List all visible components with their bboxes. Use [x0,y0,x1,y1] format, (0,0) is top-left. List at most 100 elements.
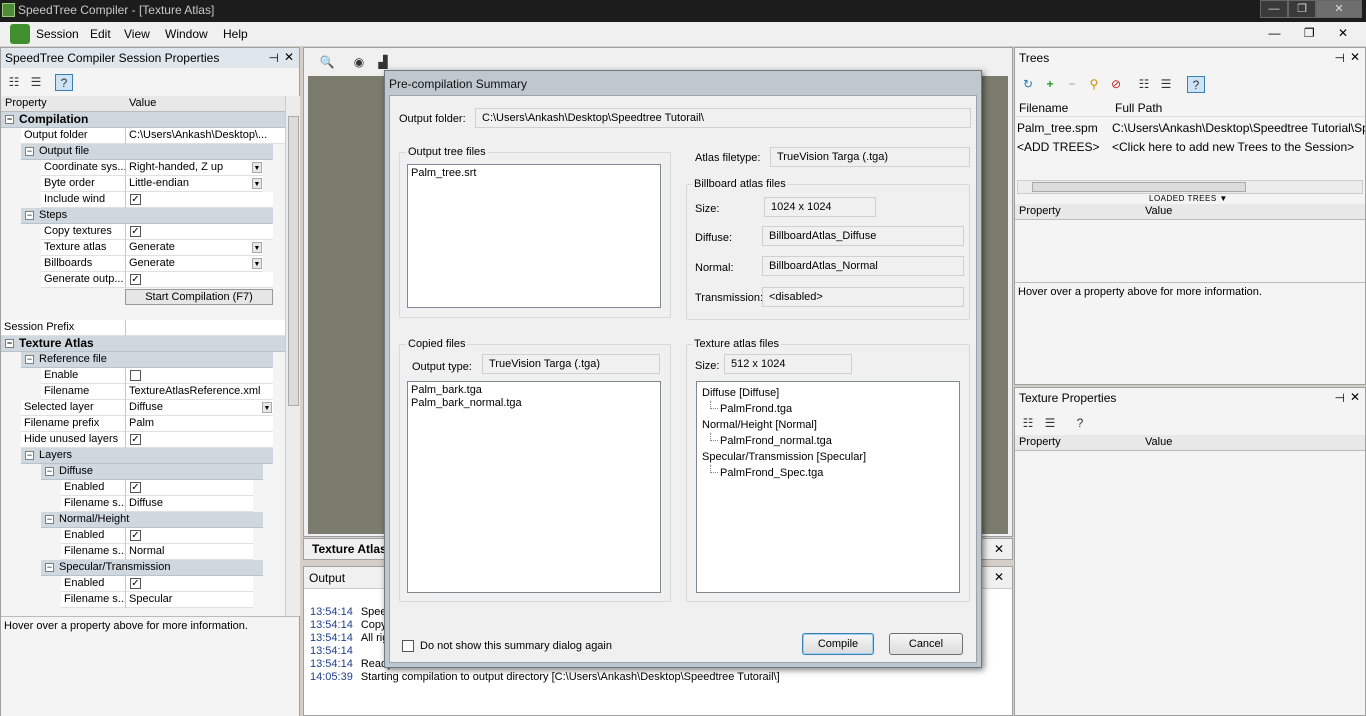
checkbox-specular-enabled[interactable]: ✓ [130,578,141,589]
pin-icon[interactable]: ⊣ [1335,51,1345,65]
help-pointer-icon[interactable]: ? [1187,76,1205,93]
menu-session[interactable]: Session [36,27,79,41]
dont-show-checkbox[interactable] [402,640,414,652]
category-output-file[interactable]: − Output file [21,144,273,160]
row-copy-textures[interactable]: Copy textures ✓ [1,224,285,240]
close-icon[interactable]: ✕ [994,542,1004,556]
category-layers[interactable]: − Layers [21,448,273,464]
category-steps[interactable]: − Steps [21,208,273,224]
tab-texture-atlas[interactable]: Texture Atlas [312,542,387,556]
checkbox-enable[interactable] [130,370,141,381]
category-normal-height[interactable]: − Normal/Height [41,512,263,528]
category-diffuse[interactable]: − Diffuse [41,464,263,480]
row-byte-order[interactable]: Byte order Little-endian ▼ [1,176,285,192]
horizontal-scrollbar[interactable] [1017,180,1363,194]
zoom-icon[interactable]: 🔍 [318,54,336,71]
row-specular-filename[interactable]: Filename s... Specular [1,592,285,608]
tree-node-diffuse[interactable]: Diffuse [Diffuse] [702,385,954,401]
tree-row-add[interactable]: <ADD TREES> <Click here to add new Trees… [1015,140,1365,158]
row-billboards[interactable]: Billboards Generate ▼ [1,256,285,272]
row-selected-layer[interactable]: Selected layer Diffuse ▼ [1,400,285,416]
minimize-button[interactable]: — [1260,0,1288,18]
pin-icon[interactable]: ⊣ [1335,391,1345,405]
row-session-prefix[interactable]: Session Prefix [1,320,285,336]
close-icon[interactable]: ✕ [994,570,1004,584]
list-item[interactable]: Palm_tree.srt [411,167,657,180]
menu-edit[interactable]: Edit [90,27,111,41]
globe-icon[interactable]: ◉ [350,54,368,71]
texture-atlas-tree[interactable]: Diffuse [Diffuse] PalmFrond.tga Normal/H… [696,381,960,593]
row-include-wind[interactable]: Include wind ✓ [1,192,285,208]
checkbox-hide-unused[interactable]: ✓ [130,434,141,445]
checkbox-include-wind[interactable]: ✓ [130,194,141,205]
output-tree-files-list[interactable]: Palm_tree.srt [407,164,661,308]
precompilation-summary-dialog: Pre-compilation Summary Output folder: C… [384,70,982,668]
row-filename-prefix[interactable]: Filename prefix Palm [1,416,285,432]
row-hide-unused-layers[interactable]: Hide unused layers ✓ [1,432,285,448]
row-diffuse-filename[interactable]: Filename s... Diffuse [1,496,285,512]
row-filename[interactable]: Filename TextureAtlasReference.xml [1,384,285,400]
maximize-button[interactable]: ❐ [1288,0,1316,18]
refresh-icon[interactable]: ↻ [1019,76,1037,93]
tree-row[interactable]: Palm_tree.spm C:\Users\Ankash\Desktop\Sp… [1015,121,1365,139]
help-pointer-icon[interactable]: ? [1071,415,1089,432]
cancel-button[interactable]: Cancel [889,633,963,655]
start-compilation-button[interactable]: Start Compilation (F7) [125,289,273,305]
scrollbar-thumb[interactable] [1032,182,1246,192]
close-icon[interactable]: ✕ [1350,390,1360,404]
categorized-icon[interactable]: ☷ [5,74,23,91]
tree-node-normal[interactable]: Normal/Height [Normal] [702,417,954,433]
chart-icon[interactable]: ▟ [374,54,392,71]
trees-property-header: Property Value [1015,204,1365,220]
compile-button[interactable]: Compile [802,633,874,655]
menu-window[interactable]: Window [165,27,208,41]
row-output-folder[interactable]: Output folder C:\Users\Ankash\Desktop\..… [1,128,285,144]
checkbox-generate-output[interactable]: ✓ [130,274,141,285]
loaded-trees-label[interactable]: LOADED TREES ▼ [1149,194,1228,203]
scrollbar-thumb[interactable] [288,116,299,406]
row-normal-filename[interactable]: Filename s... Normal [1,544,285,560]
row-specular-enabled[interactable]: Enabled ✓ [1,576,285,592]
remove-icon[interactable]: − [1063,76,1081,93]
stop-icon[interactable]: ⊘ [1107,76,1125,93]
trees-hint-text: Hover over a property above for more inf… [1015,282,1365,384]
close-icon[interactable]: ✕ [284,50,294,64]
menu-help[interactable]: Help [223,27,248,41]
vertical-scrollbar[interactable] [285,96,300,616]
mdi-window-controls[interactable]: — ❐ ✕ [1269,26,1358,40]
row-generate-output[interactable]: Generate outp... ✓ [1,272,285,288]
row-coordinate-system[interactable]: Coordinate sys... Right-handed, Z up ▼ [1,160,285,176]
category-specular-transmission[interactable]: − Specular/Transmission [41,560,263,576]
tree-leaf[interactable]: PalmFrond_normal.tga [702,433,954,449]
trees-property-grid [1015,220,1365,280]
list-item[interactable]: Palm_bark_normal.tga [411,397,657,410]
row-diffuse-enabled[interactable]: Enabled ✓ [1,480,285,496]
row-texture-atlas[interactable]: Texture atlas Generate ▼ [1,240,285,256]
alphabetical-icon[interactable]: ☰ [1157,76,1175,93]
list-item[interactable]: Palm_bark.tga [411,384,657,397]
checkbox-normal-enabled[interactable]: ✓ [130,530,141,541]
copied-files-list[interactable]: Palm_bark.tga Palm_bark_normal.tga [407,381,661,593]
row-normal-enabled[interactable]: Enabled ✓ [1,528,285,544]
tree-leaf[interactable]: PalmFrond.tga [702,401,954,417]
tree-leaf[interactable]: PalmFrond_Spec.tga [702,465,954,481]
category-compilation[interactable]: − Compilation [1,112,285,128]
category-texture-atlas[interactable]: − Texture Atlas [1,336,285,352]
menu-view[interactable]: View [124,27,150,41]
close-button[interactable]: ✕ [1316,0,1362,18]
row-enable[interactable]: Enable [1,368,285,384]
category-reference-file[interactable]: − Reference file [21,352,273,368]
tree-node-specular[interactable]: Specular/Transmission [Specular] [702,449,954,465]
alphabetical-icon[interactable]: ☰ [27,74,45,91]
close-icon[interactable]: ✕ [1350,50,1360,64]
add-icon[interactable]: + [1041,76,1059,93]
help-pointer-icon[interactable]: ? [55,74,73,91]
checkbox-diffuse-enabled[interactable]: ✓ [130,482,141,493]
alphabetical-icon[interactable]: ☰ [1041,415,1059,432]
categorized-icon[interactable]: ☷ [1135,76,1153,93]
pin-icon[interactable]: ⊣ [269,51,279,65]
filter-icon[interactable]: ⚲ [1085,76,1103,93]
categorized-icon[interactable]: ☷ [1019,415,1037,432]
checkbox-copy-textures[interactable]: ✓ [130,226,141,237]
document-icon[interactable] [10,24,30,44]
